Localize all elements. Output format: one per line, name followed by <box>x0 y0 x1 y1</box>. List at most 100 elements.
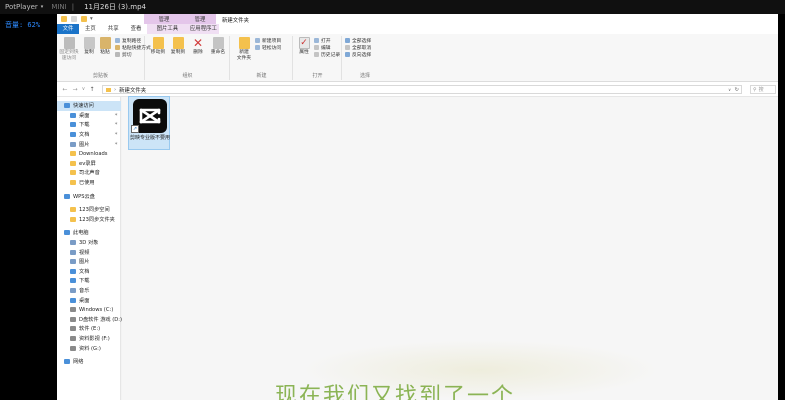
forward-arrow-icon[interactable]: → <box>70 86 80 93</box>
sidebar-item[interactable]: Downloads <box>57 149 121 159</box>
folder-icon <box>70 259 76 265</box>
sidebar-item-label: 图片 <box>79 141 90 148</box>
ribbon-group-organize: 移动到 复制到 ✕ 删除 重命名 组织 <box>146 36 230 80</box>
select-none-button[interactable]: 全部取消 <box>345 44 371 51</box>
invert-selection-icon <box>345 52 350 57</box>
search-placeholder: 搜 <box>758 87 764 93</box>
sidebar-item-label: 软件 (E:) <box>79 326 101 333</box>
rename-button[interactable]: 重命名 <box>208 37 228 56</box>
sidebar-item[interactable]: 视频 <box>57 247 121 257</box>
new-folder-icon <box>238 37 250 49</box>
sidebar-item[interactable]: 文档 ✶ <box>57 130 121 140</box>
select-all-label: 全部选择 <box>352 39 372 44</box>
sidebar-item-label: 123同步空间 <box>79 207 110 214</box>
potplayer-menu[interactable]: PotPlayer ▾ <box>0 3 43 11</box>
refresh-icon[interactable]: ↻ <box>734 87 739 93</box>
sidebar-item[interactable]: Windows (C:) <box>57 305 121 315</box>
mini-mode-button[interactable]: MINI <box>51 3 66 11</box>
paste-button[interactable]: 粘贴 <box>95 37 115 56</box>
tab-file[interactable]: 文件 <box>57 24 79 34</box>
sidebar-item-label: 此电脑 <box>73 230 89 237</box>
easy-access-button[interactable]: 轻松访问 <box>255 44 281 51</box>
sidebar-item[interactable]: 资料影视 (F:) <box>57 334 121 344</box>
sidebar-item-label: 文档 <box>79 132 90 139</box>
folder-icon <box>64 359 70 365</box>
file-item-capcut-shortcut[interactable]: ↗ 剪映专业版不要用 <box>128 96 170 150</box>
sidebar-item[interactable]: 音乐 <box>57 286 121 296</box>
move-to-button[interactable]: 移动到 <box>148 37 168 56</box>
sidebar-item[interactable]: 桌面 ✶ <box>57 111 121 121</box>
sidebar-item[interactable]: 已使用 <box>57 178 121 188</box>
properties-button[interactable]: ✓ 属性 <box>294 37 314 56</box>
sidebar-item[interactable]: 软件 (E:) <box>57 324 121 334</box>
chevron-down-icon: ▾ <box>40 4 44 10</box>
pin-icon <box>63 37 75 49</box>
search-box[interactable]: ⚲ 搜 <box>750 85 776 94</box>
folder-icon <box>70 151 76 157</box>
sidebar-item[interactable]: 快速访问 <box>57 101 121 111</box>
pin-quick-access-label: 固定到快 速访问 <box>59 50 79 61</box>
properties-icon[interactable] <box>71 16 77 22</box>
sidebar-item[interactable]: 网络 <box>57 357 121 367</box>
tab-picture-tools[interactable]: 图片工具 <box>147 24 188 34</box>
recent-chevron-icon[interactable]: ∨ <box>80 86 87 92</box>
ribbon-home: 固定到快 速访问 复制 粘贴 复制路径 粘贴快捷方式 剪切 剪贴板 移动到 复制… <box>57 34 778 82</box>
sidebar-item-label: 下载 <box>79 278 90 285</box>
sidebar-item[interactable]: 司北声音 <box>57 168 121 178</box>
address-bar[interactable]: › 新建文件夹 ∨ ↻ <box>102 85 742 94</box>
sidebar-item-label: 视频 <box>79 249 90 256</box>
move-to-label: 移动到 <box>150 50 166 55</box>
tab-home[interactable]: 主页 <box>79 24 102 34</box>
tab-view[interactable]: 查看 <box>125 24 148 34</box>
cut-button[interactable]: 剪切 <box>115 51 132 58</box>
quick-access-toolbar: ▾ 管理 管理 新建文件夹 <box>57 14 778 24</box>
select-all-button[interactable]: 全部选择 <box>345 37 371 44</box>
folder-icon <box>70 141 76 147</box>
pipe-icon: | <box>71 3 75 11</box>
ribbon-tabs: 文件 主页 共享 查看 图片工具 应用程序工具 <box>57 24 778 42</box>
sidebar-item[interactable]: 下载 ✶ <box>57 120 121 130</box>
new-folder-button[interactable]: 新建 文件夹 <box>234 37 254 62</box>
address-dropdown-icon[interactable]: ∨ <box>728 87 731 92</box>
breadcrumb-current[interactable]: 新建文件夹 <box>119 86 146 94</box>
potplayer-title-bar[interactable]: PotPlayer ▾ MINI | 11月26日 (3).mp4 <box>0 0 785 14</box>
sidebar-item[interactable]: 123同步文件夹 <box>57 215 121 225</box>
tab-app-tools[interactable]: 应用程序工具 <box>187 24 220 42</box>
sidebar-item[interactable]: 资料 (G:) <box>57 343 121 353</box>
pin-icon: ✶ <box>114 141 118 147</box>
video-filename: 11月26日 (3).mp4 <box>84 3 146 11</box>
invert-selection-button[interactable]: 反向选择 <box>345 51 371 58</box>
new-folder-icon[interactable] <box>81 16 87 22</box>
open-button[interactable]: 打开 <box>314 37 331 44</box>
new-item-button[interactable]: 新建项目 <box>255 37 281 44</box>
copy-to-button[interactable]: 复制到 <box>168 37 188 56</box>
copy-path-icon <box>115 38 120 43</box>
sidebar-item[interactable]: 桌面 <box>57 295 121 305</box>
sidebar-item[interactable]: 文档 <box>57 267 121 277</box>
folder-icon <box>70 336 76 342</box>
edit-button[interactable]: 编辑 <box>314 44 331 51</box>
sidebar-item[interactable]: D盘软件 游戏 (D:) <box>57 315 122 325</box>
sidebar-item[interactable]: 图片 ✶ <box>57 139 121 149</box>
folder-icon <box>70 316 76 322</box>
sidebar-item[interactable]: 123同步空间 <box>57 205 121 215</box>
sidebar-item[interactable]: 3D 对象 <box>57 238 121 248</box>
file-name: 剪映专业版不要用 <box>130 135 171 141</box>
pin-quick-access-button[interactable]: 固定到快 速访问 <box>58 37 80 62</box>
sidebar-item[interactable]: ev录屏 <box>57 159 121 169</box>
history-icon <box>314 52 319 57</box>
sidebar-item-label: 桌面 <box>79 297 90 304</box>
history-button[interactable]: 历史记录 <box>314 51 340 58</box>
sidebar-item[interactable]: WPS云盘 <box>57 191 121 201</box>
sidebar-item[interactable]: 此电脑 <box>57 228 121 238</box>
customize-toolbar-icon[interactable]: ▾ <box>90 16 93 22</box>
delete-button[interactable]: ✕ 删除 <box>188 37 208 56</box>
back-arrow-icon[interactable]: ← <box>60 86 70 93</box>
tab-share[interactable]: 共享 <box>102 24 125 34</box>
copy-path-button[interactable]: 复制路径 <box>115 37 141 44</box>
folder-icon <box>70 326 76 332</box>
sidebar-item[interactable]: 图片 <box>57 257 121 267</box>
up-arrow-icon[interactable]: ↑ <box>87 86 97 93</box>
sidebar-item[interactable]: 下载 <box>57 276 121 286</box>
folder-icon <box>70 160 76 166</box>
